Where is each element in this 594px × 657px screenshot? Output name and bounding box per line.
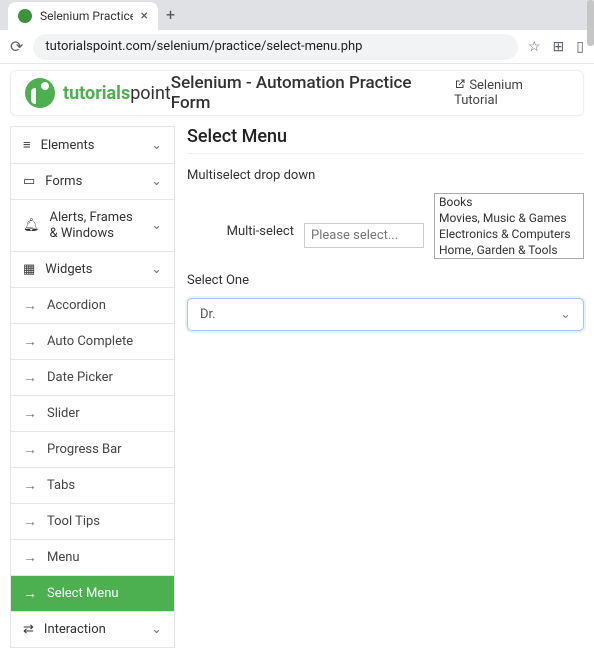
list-item[interactable]: Electronics & Computers [435,226,583,242]
logo-icon [25,78,55,108]
sidebar-label: Alerts, Frames & Windows [50,210,142,241]
form-icon: ▭ [23,174,35,189]
chevron-down-icon: ⌄ [151,622,162,637]
sidebar-item-label: Select Menu [47,586,119,601]
external-link-icon [454,78,466,90]
chevron-down-icon: ⌄ [151,174,162,189]
brand-green: tutorials [63,83,130,104]
selectone-value: Dr. [200,307,216,322]
tutorial-link[interactable]: Selenium Tutorial [454,78,569,108]
arrow-right-icon: → [23,369,37,386]
list-item[interactable]: Books [435,194,583,210]
selectone-label: Select One [187,273,584,288]
grid-icon: ▦ [23,262,35,277]
multiselect-listbox[interactable]: Books Movies, Music & Games Electronics … [434,193,584,259]
sidebar-group-alerts[interactable]: 🔔︎ Alerts, Frames & Windows ⌄ [10,199,175,252]
chevron-down-icon: ⌄ [151,138,162,153]
sidebar-item-menu[interactable]: → Menu [10,539,175,576]
sidebar-group-widgets[interactable]: ▦ Widgets ⌄ [10,251,175,288]
browser-tab[interactable]: Selenium Practice - Select M × [8,2,158,30]
profile-icon[interactable]: ▯ [576,39,584,55]
reload-icon[interactable]: ⟳ [10,37,23,56]
multiselect-heading: Multiselect drop down [187,168,584,183]
brand[interactable]: tutorialspoint [25,78,171,108]
multiselect-input[interactable] [304,223,424,248]
sidebar-group-forms[interactable]: ▭ Forms ⌄ [10,163,175,200]
sidebar-label: Elements [41,138,95,153]
arrow-right-icon: → [23,297,37,314]
scrollbar-thumb[interactable] [587,0,594,46]
sidebar-item-label: Tabs [47,478,75,493]
sidebar-item-accordion[interactable]: → Accordion [10,287,175,324]
chevron-down-icon: ⌄ [151,262,162,277]
arrow-right-icon: → [23,333,37,350]
sidebar-item-selectmenu[interactable]: → Select Menu [10,575,175,612]
sidebar-item-autocomplete[interactable]: → Auto Complete [10,323,175,360]
page-title: Selenium - Automation Practice Form [171,73,454,113]
arrow-right-icon: → [23,477,37,494]
arrow-right-icon: → [23,585,37,602]
url-text: tutorialspoint.com/selenium/practice/sel… [45,39,362,54]
sidebar-item-label: Slider [47,406,80,421]
browser-tabstrip: Selenium Practice - Select M × + [0,0,594,30]
sidebar-item-label: Date Picker [47,370,113,385]
address-bar-row: ⟳ tutorialspoint.com/selenium/practice/s… [0,30,594,64]
new-tab-button[interactable]: + [166,5,175,30]
tab-title: Selenium Practice - Select M [40,9,133,23]
sidebar-item-slider[interactable]: → Slider [10,395,175,432]
arrow-right-icon: → [23,405,37,422]
extensions-icon[interactable]: ⊞ [553,39,565,55]
sidebar-group-elements[interactable]: ≡ Elements ⌄ [10,126,175,164]
sidebar-item-label: Progress Bar [47,442,122,457]
content-heading: Select Menu [187,126,584,154]
address-bar[interactable]: tutorialspoint.com/selenium/practice/sel… [33,34,518,60]
sidebar-label: Forms [45,174,82,189]
list-icon: ≡ [23,137,31,153]
sidebar-label: Interaction [44,622,106,637]
sidebar: ≡ Elements ⌄ ▭ Forms ⌄ 🔔︎ Alerts, Frames… [10,126,175,647]
bell-icon: 🔔︎ [23,218,40,233]
favicon [18,9,32,23]
multiselect-label: Multi-select [227,220,294,239]
close-icon[interactable]: × [141,9,148,23]
main-content: Select Menu Multiselect drop down Multi-… [187,126,584,647]
brand-black: point [130,83,171,104]
chevron-down-icon: ⌄ [560,307,571,322]
chevron-down-icon: ⌄ [151,218,162,233]
sidebar-item-progressbar[interactable]: → Progress Bar [10,431,175,468]
arrow-right-icon: → [23,549,37,566]
sidebar-item-tabs[interactable]: → Tabs [10,467,175,504]
page-header: tutorialspoint Selenium - Automation Pra… [10,70,584,116]
sidebar-group-interaction[interactable]: ⇄ Interaction ⌄ [10,611,175,648]
sidebar-item-tooltips[interactable]: → Tool Tips [10,503,175,540]
sidebar-label: Widgets [45,262,92,277]
swap-icon: ⇄ [23,622,34,637]
star-icon[interactable]: ☆ [528,39,541,55]
sidebar-item-datepicker[interactable]: → Date Picker [10,359,175,396]
list-item[interactable]: Home, Garden & Tools [435,242,583,258]
sidebar-item-label: Tool Tips [47,514,100,529]
selectone-dropdown[interactable]: Dr. ⌄ [187,298,584,331]
sidebar-item-label: Menu [47,550,80,565]
arrow-right-icon: → [23,441,37,458]
sidebar-item-label: Auto Complete [47,334,133,349]
list-item[interactable]: Movies, Music & Games [435,210,583,226]
arrow-right-icon: → [23,513,37,530]
sidebar-item-label: Accordion [47,298,106,313]
